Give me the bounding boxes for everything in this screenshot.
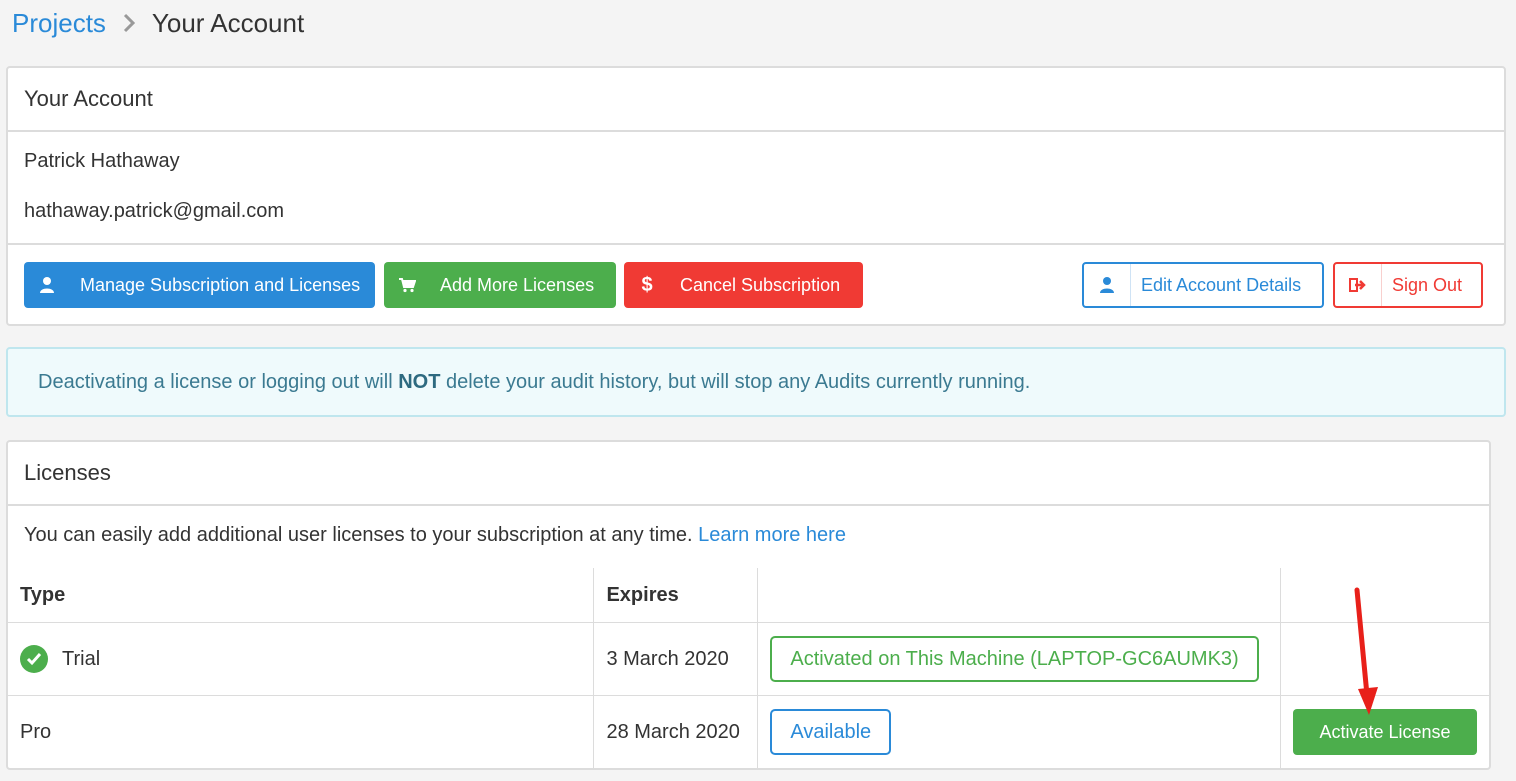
notice-bold: NOT [398,370,441,393]
cancel-subscription-label: Cancel Subscription [680,274,841,295]
edit-account-button[interactable]: Edit Account Details [1082,262,1324,308]
account-name: Patrick Hathaway [24,150,180,172]
table-header-row: Type Expires [8,568,1489,623]
license-status-badge: Activated on This Machine (LAPTOP-GC6AUM… [770,636,1259,682]
info-notice: Deactivating a license or logging out wi… [6,347,1506,417]
table-row: Pro 28 March 2020 Available Activate Lic… [8,695,1489,768]
manage-subscription-button[interactable]: Manage Subscription and Licenses [24,262,375,308]
edit-account-label: Edit Account Details [1141,274,1302,295]
licenses-panel: Licenses You can easily add additional u… [6,440,1491,770]
status-cell: Available [757,695,1281,768]
sign-out-icon [1335,264,1382,306]
licenses-panel-title: Licenses [8,442,1489,506]
account-email: hathaway.patrick@gmail.com [24,200,285,222]
chevron-right-icon [122,13,136,33]
license-expires: 3 March 2020 [593,622,759,696]
licenses-description: You can easily add additional user licen… [24,524,846,547]
type-cell: Trial [8,622,595,696]
divider [8,243,1504,245]
manage-subscription-label: Manage Subscription and Licenses [80,274,361,295]
license-type: Trial [62,647,101,670]
sign-out-label: Sign Out [1392,274,1463,295]
dollar-icon: $ [641,273,653,296]
learn-more-link[interactable]: Learn more here [698,524,846,546]
license-status-badge: Available [770,709,892,755]
account-panel: Your Account Patrick Hathaway hathaway.p… [6,66,1506,326]
licenses-description-text: You can easily add additional user licen… [24,524,699,546]
breadcrumb-current: Your Account [151,7,305,38]
check-circle-icon [20,645,48,673]
status-cell: Activated on This Machine (LAPTOP-GC6AUM… [757,622,1281,696]
add-licenses-label: Add More Licenses [440,274,595,295]
cancel-subscription-button[interactable]: $ Cancel Subscription [624,262,863,308]
column-header-status [757,568,1281,623]
licenses-table: Type Expires Trial 3 March 2020 Activate… [8,568,1489,768]
license-expires: 28 March 2020 [593,695,759,768]
column-header-type: Type [8,568,595,623]
breadcrumb: Projects Your Account [12,6,304,40]
red-arrow-annotation [1354,587,1378,715]
sign-out-button[interactable]: Sign Out [1333,262,1483,308]
add-licenses-button[interactable]: Add More Licenses [384,262,616,308]
notice-text-after: delete your audit history, but will stop… [440,370,1031,393]
license-type: Pro [8,695,595,768]
cart-icon [384,262,430,308]
breadcrumb-projects-link[interactable]: Projects [12,8,106,39]
table-row: Trial 3 March 2020 Activated on This Mac… [8,622,1489,696]
account-panel-title: Your Account [8,68,1504,132]
user-icon [24,262,70,308]
notice-text-before: Deactivating a license or logging out wi… [38,370,399,393]
column-header-expires: Expires [593,568,759,623]
user-icon [1084,264,1131,306]
